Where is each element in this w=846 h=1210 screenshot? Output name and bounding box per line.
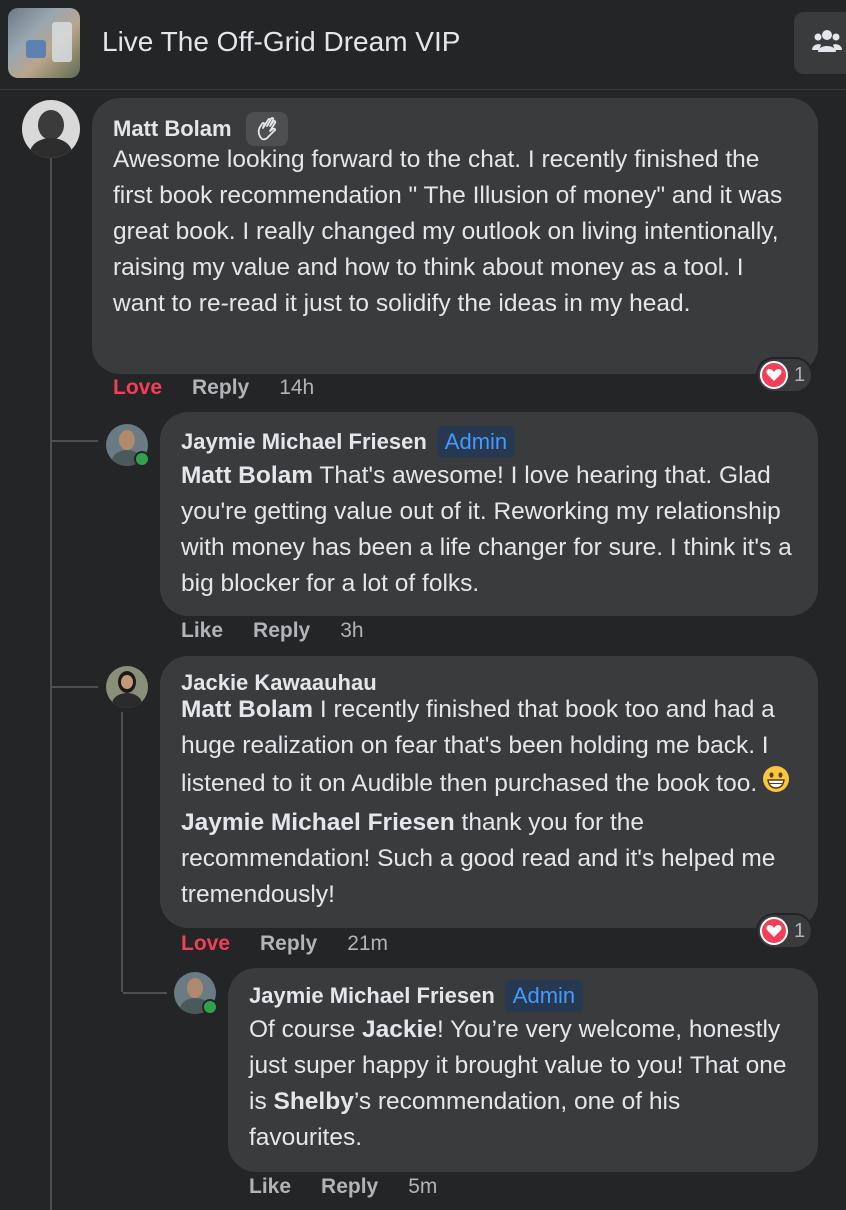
heart-icon (760, 917, 788, 945)
mention-link[interactable]: Matt Bolam (181, 462, 313, 489)
thread-connector (52, 686, 98, 688)
comment-timestamp[interactable]: 14h (279, 376, 314, 400)
thread-line (50, 158, 52, 1210)
comment-bubble: Jaymie Michael Friesen Admin Of course J… (228, 968, 818, 1172)
group-header: Live The Off-Grid Dream VIP (0, 0, 846, 90)
comment-text: Matt Bolam That's awesome! I love hearin… (181, 458, 798, 602)
love-button[interactable]: Love (181, 932, 230, 956)
admin-badge: Admin (504, 980, 584, 1012)
comment-actions: Like Reply 3h (181, 619, 364, 643)
mention-link[interactable]: Matt Bolam (181, 696, 313, 723)
avatar-face (30, 138, 72, 158)
like-button[interactable]: Like (181, 619, 223, 643)
admin-badge: Admin (436, 426, 516, 458)
comment-actions: Like Reply 5m (249, 1175, 437, 1199)
thread-line (121, 712, 123, 992)
thread-connector (52, 440, 98, 442)
comment-text: Of course Jackie! You’re very welcome, h… (249, 1012, 798, 1156)
comment-timestamp[interactable]: 3h (340, 619, 363, 643)
grinning-face-icon (761, 764, 791, 805)
online-status-indicator (134, 451, 150, 467)
reaction-count: 1 (794, 363, 806, 386)
reply-button[interactable]: Reply (321, 1175, 378, 1199)
comment-author[interactable]: Jaymie Michael Friesen (249, 983, 495, 1009)
reply-button[interactable]: Reply (192, 376, 249, 400)
comment-author[interactable]: Jaymie Michael Friesen (181, 429, 427, 455)
heart-icon (760, 361, 788, 389)
like-button[interactable]: Like (249, 1175, 291, 1199)
avatar-face (119, 430, 135, 450)
mention-link[interactable]: Jaymie Michael Friesen (181, 809, 455, 836)
avatar[interactable] (22, 100, 80, 158)
comment-text: Matt Bolam I recently finished that book… (181, 692, 798, 913)
avatar-face (121, 675, 133, 689)
comment-timestamp[interactable]: 21m (347, 932, 388, 956)
avatar[interactable] (106, 666, 148, 708)
comment-text-body: Of course (249, 1016, 363, 1043)
avatar-face (112, 693, 142, 708)
comment-timestamp[interactable]: 5m (408, 1175, 437, 1199)
avatar-face (38, 110, 64, 140)
members-icon (812, 28, 842, 59)
wave-icon (245, 112, 288, 146)
comment-actions: Love Reply 21m (181, 932, 388, 956)
comment-bubble: Jackie Kawaauhau Matt Bolam I recently f… (160, 656, 818, 928)
avatar-face (187, 978, 203, 998)
reaction-summary[interactable]: 1 (758, 915, 812, 947)
thread-connector (123, 992, 167, 994)
mention-link[interactable]: Shelby (274, 1088, 354, 1115)
reply-button[interactable]: Reply (253, 619, 310, 643)
comment-bubble: Matt Bolam Awesome looking forward to th… (92, 98, 818, 374)
comment-bubble: Jaymie Michael Friesen Admin Matt Bolam … (160, 412, 818, 616)
online-status-indicator (202, 999, 218, 1015)
reaction-summary[interactable]: 1 (758, 359, 812, 391)
group-cover-photo[interactable] (8, 8, 80, 78)
cover-photo-detail (26, 40, 46, 58)
comment-author[interactable]: Matt Bolam (113, 116, 232, 142)
mention-link[interactable]: Jackie (362, 1016, 437, 1043)
cover-photo-detail (52, 22, 72, 62)
members-button[interactable] (794, 12, 846, 74)
comment-actions: Love Reply 14h (113, 376, 314, 400)
reply-button[interactable]: Reply (260, 932, 317, 956)
reaction-count: 1 (794, 919, 806, 942)
love-button[interactable]: Love (113, 376, 162, 400)
group-title[interactable]: Live The Off-Grid Dream VIP (102, 26, 460, 58)
comment-text: Awesome looking forward to the chat. I r… (113, 146, 783, 317)
